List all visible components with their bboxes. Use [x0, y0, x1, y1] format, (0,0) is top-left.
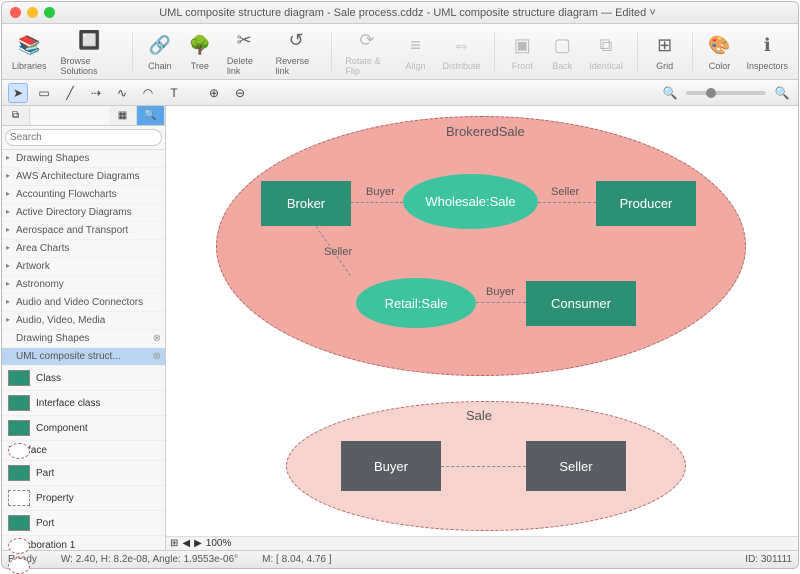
toolbar-identical: ⧉Identical: [589, 33, 623, 71]
tab-layers[interactable]: ⧉: [2, 106, 30, 125]
node-consumer[interactable]: Consumer: [526, 281, 636, 326]
sidebar: ⧉ ▦ 🔍 Drawing ShapesAWS Architecture Dia…: [2, 106, 166, 550]
category-item[interactable]: Accounting Flowcharts: [2, 186, 165, 204]
close-icon[interactable]: ⊗: [153, 351, 161, 362]
zoom-bar: ⊞ ◀ ▶ 100%: [166, 536, 798, 550]
titlebar: UML composite structure diagram - Sale p…: [2, 2, 798, 24]
toolbar-distribute: ⇔Distribute: [442, 33, 480, 71]
category-item[interactable]: Audio, Video, Media: [2, 312, 165, 330]
close-window-button[interactable]: [10, 7, 21, 18]
shape-list: ClassInterface classComponentInterfacePa…: [2, 366, 165, 550]
zoom-slider[interactable]: [686, 91, 766, 95]
toolbar-libraries[interactable]: 📚Libraries: [12, 33, 47, 71]
window-title: UML composite structure diagram - Sale p…: [25, 7, 790, 19]
conn-seller2: Seller: [324, 246, 352, 258]
tools-bar: ➤ ▭ ╱ ⇢ ∿ ◠ T ⊕ ⊖ 🔍 🔍: [2, 80, 798, 106]
close-icon[interactable]: ⊗: [153, 333, 161, 344]
toolbar-color[interactable]: 🎨Color: [706, 33, 732, 71]
toolbar-delete-link[interactable]: ✂Delete link: [227, 28, 262, 76]
category-list: Drawing ShapesAWS Architecture DiagramsA…: [2, 150, 165, 330]
app-window: UML composite structure diagram - Sale p…: [1, 1, 799, 569]
canvas[interactable]: BrokeredSale Broker Wholesale:Sale Produ…: [166, 106, 798, 536]
category-item[interactable]: Aerospace and Transport: [2, 222, 165, 240]
node-broker[interactable]: Broker: [261, 181, 351, 226]
node-seller[interactable]: Seller: [526, 441, 626, 491]
toolbar-tree[interactable]: 🌳Tree: [187, 33, 213, 71]
conn-buyer2: Buyer: [486, 286, 515, 298]
zoom-value: 100%: [206, 538, 232, 549]
toolbar-rotate-flip: ⟳Rotate & Flip: [345, 28, 388, 76]
statusbar: Ready W: 2.40, H: 8.2e-08, Angle: 1.9553…: [2, 550, 798, 568]
toolbar-align: ≡Align: [402, 33, 428, 71]
search-input[interactable]: [5, 129, 162, 146]
toolbar-chain[interactable]: 🔗Chain: [147, 33, 173, 71]
toolbar-back: ▢Back: [549, 33, 575, 71]
toolbar-grid[interactable]: ⊞Grid: [652, 33, 678, 71]
label-brokeredsale: BrokeredSale: [446, 124, 525, 139]
category-item[interactable]: Audio and Video Connectors: [2, 294, 165, 312]
zoom-minus-icon[interactable]: 🔍: [660, 83, 680, 103]
shape-item[interactable]: Collaboration 1: [2, 536, 165, 550]
collaboration-brokeredsale[interactable]: [216, 116, 746, 376]
ruler-toggle[interactable]: ⊞: [170, 538, 178, 549]
curve-tool[interactable]: ∿: [112, 83, 132, 103]
node-wholesale[interactable]: Wholesale:Sale: [403, 174, 538, 229]
rect-tool[interactable]: ▭: [34, 83, 54, 103]
shape-item[interactable]: Interface class: [2, 391, 165, 416]
category-item[interactable]: AWS Architecture Diagrams: [2, 168, 165, 186]
shape-item[interactable]: Part: [2, 461, 165, 486]
toolbar-reverse-link[interactable]: ↺Reverse link: [276, 28, 317, 76]
line-tool[interactable]: ╱: [60, 83, 80, 103]
node-buyer[interactable]: Buyer: [341, 441, 441, 491]
category-item[interactable]: Artwork: [2, 258, 165, 276]
tab-grid[interactable]: ▦: [109, 106, 137, 125]
category-item[interactable]: Area Charts: [2, 240, 165, 258]
main-toolbar: 📚Libraries 🔲Browse Solutions 🔗Chain 🌳Tree ✂D…: [2, 24, 798, 80]
category-item[interactable]: Active Directory Diagrams: [2, 204, 165, 222]
shape-item[interactable]: Port: [2, 511, 165, 536]
connector-tool[interactable]: ⇢: [86, 83, 106, 103]
toolbar-front: ▣Front: [509, 33, 535, 71]
conn-seller1: Seller: [551, 186, 579, 198]
shape-item[interactable]: Class: [2, 366, 165, 391]
status-dims: W: 2.40, H: 8.2e-08, Angle: 1.9553e-06°: [61, 554, 238, 565]
toolbar-browse-solutions[interactable]: 🔲Browse Solutions: [61, 28, 119, 76]
node-producer[interactable]: Producer: [596, 181, 696, 226]
page-prev-icon[interactable]: ◀: [182, 538, 190, 549]
toolbar-inspectors[interactable]: ℹInspectors: [746, 33, 788, 71]
arc-tool[interactable]: ◠: [138, 83, 158, 103]
zoom-plus-icon[interactable]: 🔍: [772, 83, 792, 103]
category-item[interactable]: Astronomy: [2, 276, 165, 294]
text-tool[interactable]: T: [164, 83, 184, 103]
zoom-out-icon[interactable]: ⊖: [230, 83, 250, 103]
zoom-in-icon[interactable]: ⊕: [204, 83, 224, 103]
open-group[interactable]: UML composite struct...⊗: [2, 348, 165, 366]
status-id: ID: 301111: [745, 554, 792, 565]
pointer-tool[interactable]: ➤: [8, 83, 28, 103]
shape-item[interactable]: Property: [2, 486, 165, 511]
shape-item[interactable]: Component: [2, 416, 165, 441]
shape-item[interactable]: Interface: [2, 441, 165, 461]
canvas-area: BrokeredSale Broker Wholesale:Sale Produ…: [166, 106, 798, 550]
label-sale: Sale: [466, 408, 492, 423]
node-retail[interactable]: Retail:Sale: [356, 278, 476, 328]
open-group[interactable]: Drawing Shapes⊗: [2, 330, 165, 348]
category-item[interactable]: Drawing Shapes: [2, 150, 165, 168]
tab-search[interactable]: 🔍: [137, 106, 165, 125]
status-mouse: M: [ 8.04, 4.76 ]: [262, 554, 331, 565]
page-next-icon[interactable]: ▶: [194, 538, 202, 549]
conn-buyer1: Buyer: [366, 186, 395, 198]
